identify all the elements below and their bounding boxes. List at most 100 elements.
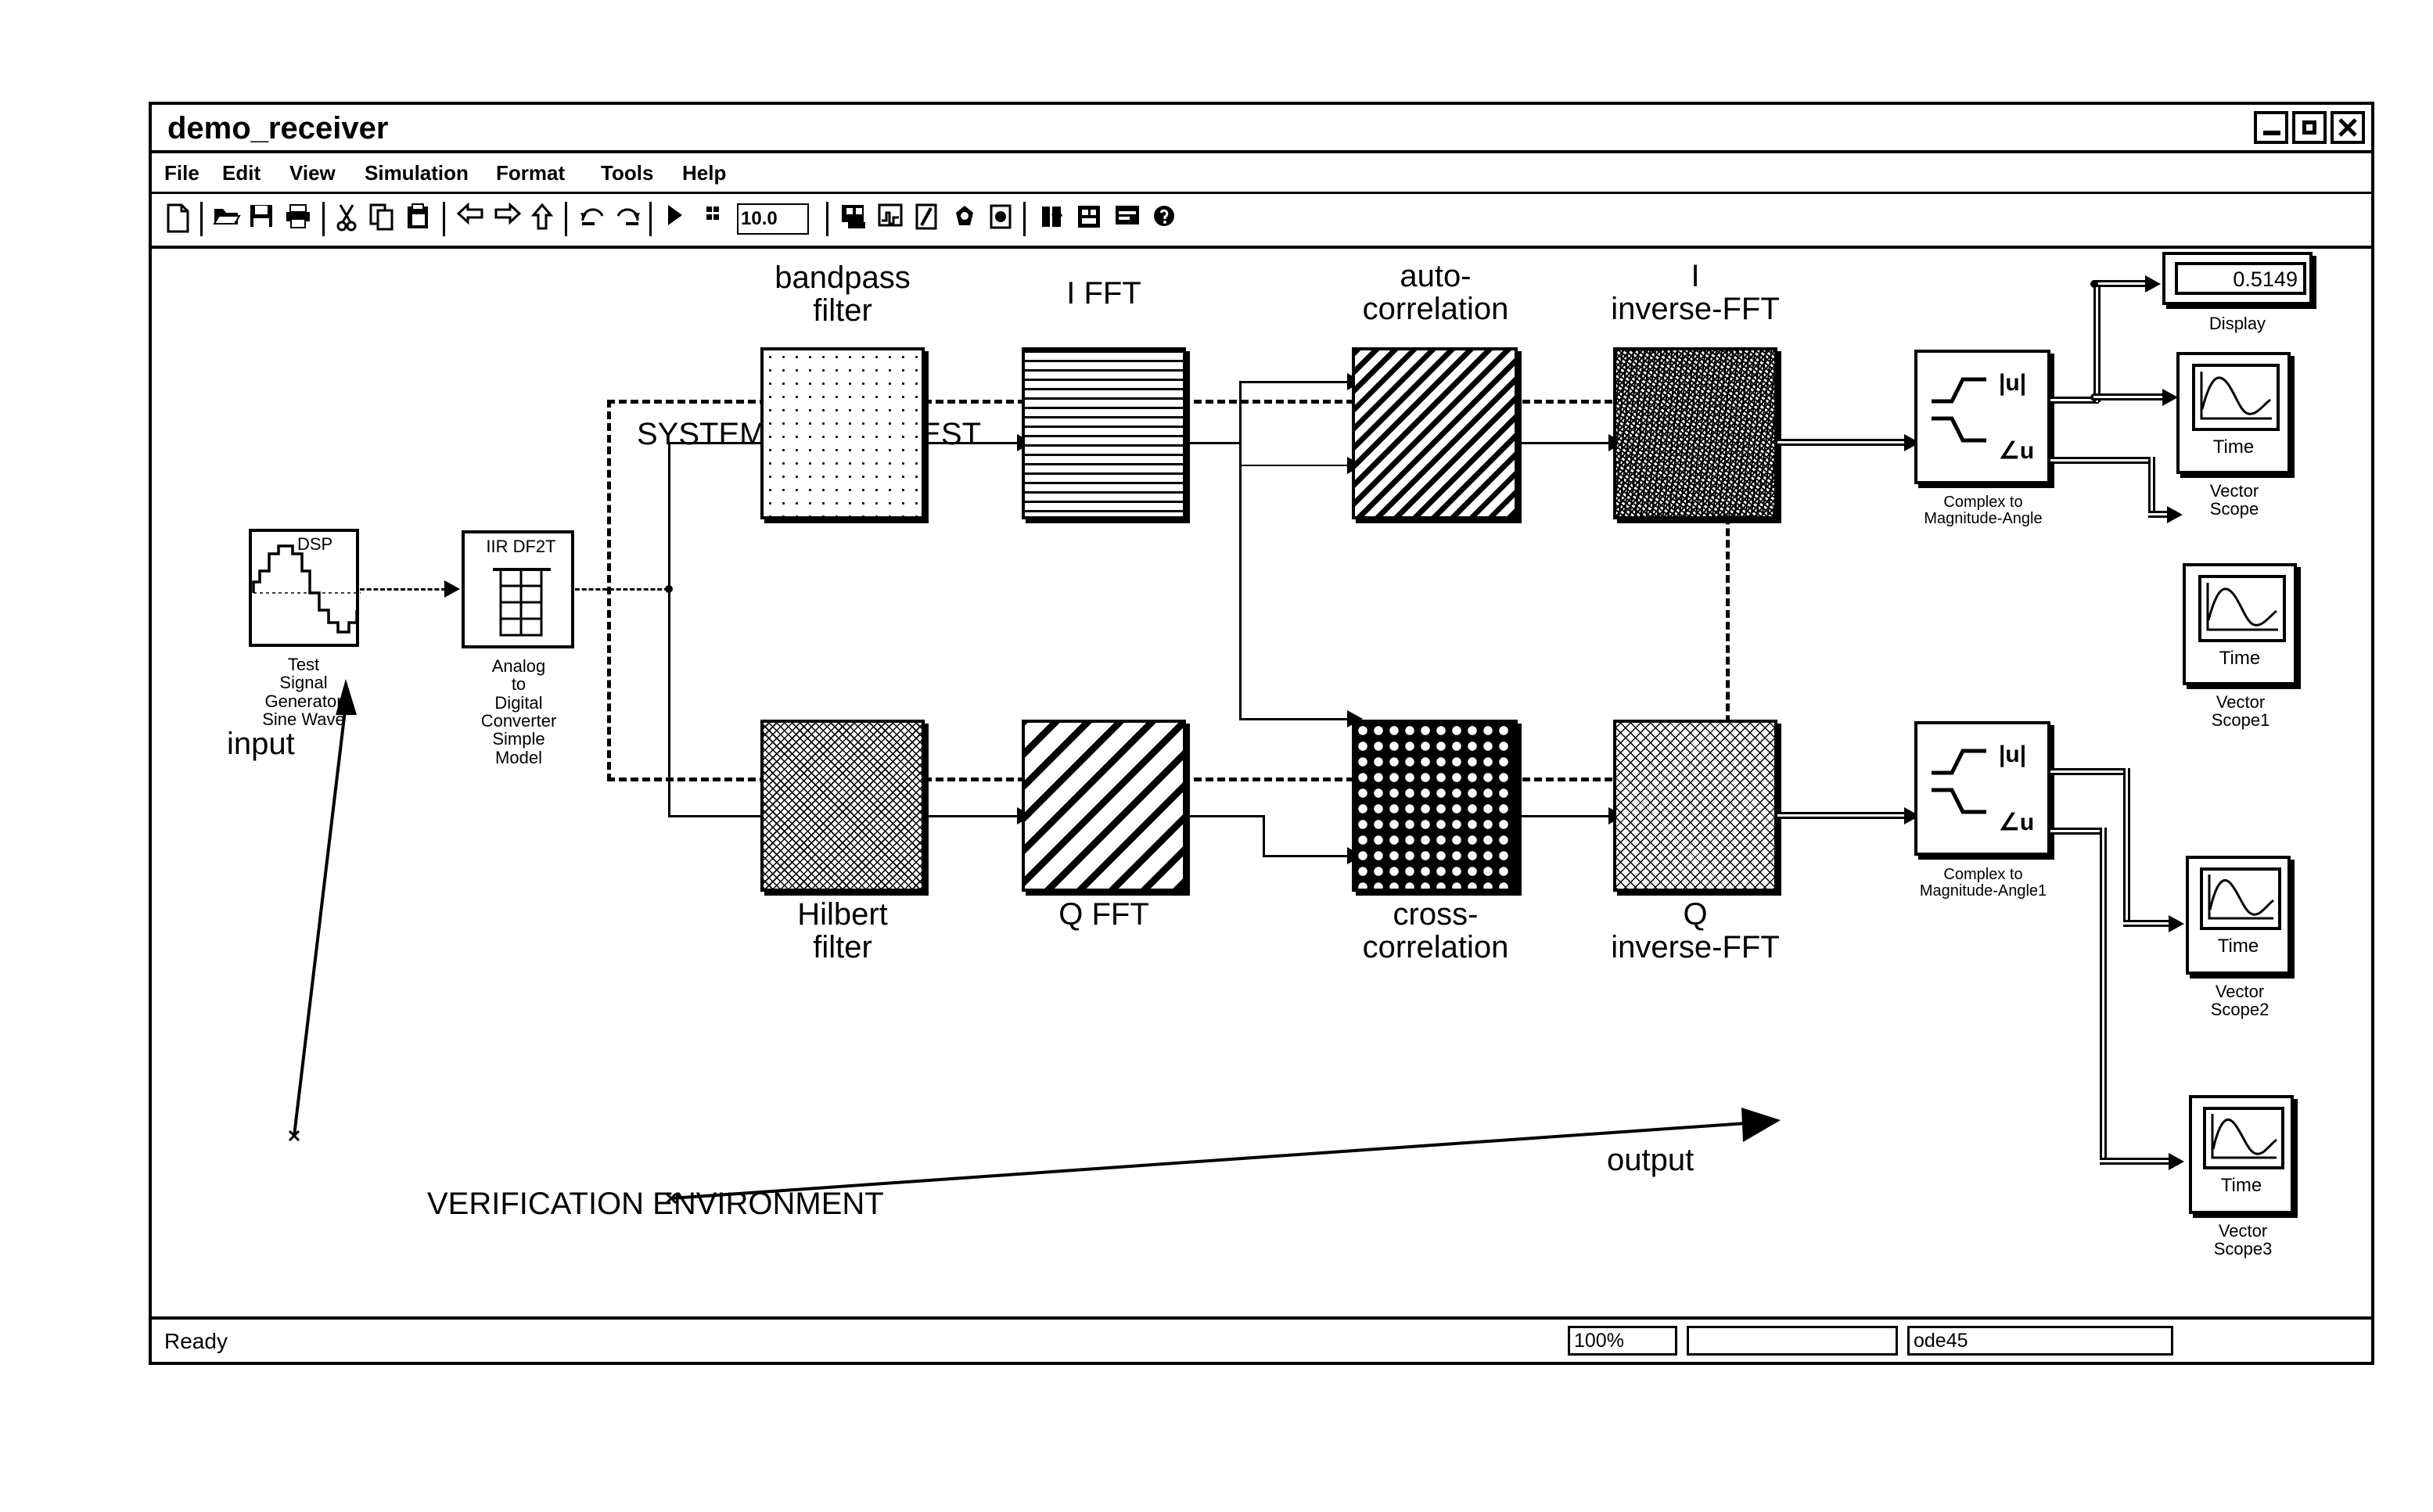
q-inverse-fft-label: Q inverse-FFT (1611, 897, 1780, 965)
wire-cma1-ang-down (2100, 828, 2107, 1165)
q-fft-label: Q FFT (1058, 897, 1149, 932)
wire-cma-ang-down (2148, 457, 2155, 518)
i-inverse-fft-block[interactable] (1613, 347, 1777, 519)
print-icon[interactable] (285, 203, 311, 235)
library-browser-icon[interactable] (1039, 203, 1066, 235)
scope-plot (2198, 575, 2286, 642)
wire-bandpass-to-ifft (925, 442, 1019, 444)
menu-simulation[interactable]: Simulation (365, 161, 469, 185)
wire-qfft-step (1263, 815, 1265, 857)
redo-icon[interactable] (615, 203, 641, 235)
update-diagram-icon[interactable] (951, 203, 978, 235)
i-fft-block[interactable] (1022, 347, 1186, 519)
complex-to-magnitude-angle-block[interactable]: |u| ∠u (1914, 350, 2050, 484)
complex-to-magnitude-angle-caption: Complex to Magnitude-Angle (1924, 494, 2043, 528)
bandpass-filter-label: bandpass filter (774, 260, 911, 329)
test-signal-generator-block[interactable]: DSP (249, 529, 361, 647)
status-middle-field[interactable] (1687, 1326, 1898, 1356)
display-value: 0.5149 (2175, 262, 2306, 295)
status-bar: Ready 100% ode45 (152, 1316, 2371, 1362)
scope-time-label: Time (2217, 936, 2259, 957)
wire-autocorr-to-iifft (1518, 442, 1610, 444)
wire-cma-mag-up (2093, 283, 2101, 402)
sine-wave-staircase-icon (252, 544, 361, 634)
waveform-icon (2206, 583, 2278, 631)
start-simulation-icon[interactable] (665, 203, 692, 235)
auto-correlation-block[interactable] (1352, 347, 1518, 519)
model-canvas[interactable]: SYSTEM OF INTEREST DSP Test Signal Gener… (152, 252, 2371, 1313)
cross-correlation-block[interactable] (1352, 720, 1518, 892)
cut-icon[interactable] (336, 203, 363, 235)
wire-arrowhead (2162, 389, 2178, 406)
signal-help-icon[interactable] (1152, 203, 1178, 235)
menu-format[interactable]: Format (496, 161, 565, 185)
minimize-button[interactable] (2254, 111, 2288, 144)
output-annotation-label: output (1607, 1143, 1694, 1177)
display-block[interactable]: 0.5149 (2162, 252, 2313, 305)
vector-scope-block[interactable]: Time (2176, 352, 2291, 474)
vector-scope3-block[interactable]: Time (2189, 1095, 2294, 1214)
complex-to-magnitude-angle1-block[interactable]: |u| ∠u (1914, 721, 2050, 856)
wire-source-to-adc (360, 588, 446, 591)
open-model-icon[interactable] (213, 203, 241, 235)
wire-arrowhead (2145, 275, 2161, 293)
vector-scope2-caption: Vector Scope2 (2210, 982, 2269, 1020)
stop-simulation-icon[interactable] (704, 203, 731, 235)
go-up-icon[interactable] (530, 203, 559, 235)
copy-icon[interactable] (369, 203, 396, 235)
auto-correlation-label: auto- correlation (1362, 259, 1509, 327)
block-help-icon[interactable] (1114, 203, 1141, 235)
complex-split-icon (1932, 377, 1986, 443)
hilbert-filter-block[interactable] (760, 720, 925, 892)
wire-cma1-ang-out (2050, 828, 2105, 835)
model-explorer-icon[interactable] (915, 203, 942, 235)
debug-icon[interactable] (989, 203, 1015, 235)
wire-cma-ang-out (2050, 457, 2154, 464)
q-fft-block[interactable] (1022, 720, 1186, 892)
wire-arrowhead (2169, 1153, 2184, 1170)
wire-to-crosscorr-in2 (1263, 855, 1349, 857)
display-caption: Display (2208, 314, 2266, 333)
vector-scope2-block[interactable]: Time (2186, 856, 2291, 975)
paste-icon[interactable] (405, 203, 432, 235)
scope-plot (2192, 364, 2280, 431)
toolbar-separator-1 (200, 202, 203, 236)
maximize-button[interactable] (2292, 111, 2327, 144)
vector-scope1-block[interactable]: Time (2183, 563, 2297, 685)
menu-view[interactable]: View (289, 161, 336, 185)
toggle-scope-icon[interactable] (878, 203, 904, 235)
wire-to-vector-scope3 (2100, 1158, 2175, 1165)
menu-help[interactable]: Help (682, 161, 726, 185)
angle-symbol: ∠u (1999, 810, 2035, 835)
menu-tools[interactable]: Tools (601, 161, 653, 185)
save-icon[interactable] (249, 203, 275, 235)
wire-iifft-to-cma (1777, 439, 1912, 446)
zoom-level-field[interactable]: 100% (1568, 1326, 1677, 1356)
bandpass-filter-block[interactable] (760, 347, 925, 519)
i-inverse-fft-label: I inverse-FFT (1611, 259, 1780, 327)
back-arrow-icon[interactable] (456, 202, 483, 235)
solver-field[interactable]: ode45 (1907, 1326, 2173, 1356)
undo-icon[interactable] (579, 203, 606, 235)
wire-ifft-out (1186, 442, 1241, 444)
menu-edit[interactable]: Edit (222, 161, 261, 185)
forward-arrow-icon[interactable] (494, 202, 522, 235)
wire-to-vector-scope2 (2123, 920, 2175, 927)
toolbar-separator-5 (649, 202, 652, 236)
wire-qfft-out (1186, 815, 1264, 817)
scope-plot (2203, 1107, 2284, 1169)
simulation-stop-time-field[interactable]: 10.0 (737, 203, 809, 235)
wire-hilbert-to-qfft (925, 815, 1019, 817)
new-model-icon[interactable] (166, 203, 192, 235)
q-inverse-fft-block[interactable] (1613, 720, 1777, 892)
close-button[interactable] (2331, 111, 2365, 144)
filter-grid-icon (493, 568, 551, 637)
wire-cma1-mag-down (2123, 768, 2130, 927)
analog-to-digital-converter-block[interactable]: IIR DF2T (462, 530, 574, 648)
model-browser-icon[interactable] (1076, 203, 1103, 235)
title-bar: demo_receiver (152, 105, 2371, 153)
cross-correlation-label: cross- correlation (1362, 897, 1509, 965)
build-model-icon[interactable] (840, 203, 867, 235)
hilbert-filter-label: Hilbert filter (797, 897, 888, 965)
menu-file[interactable]: File (164, 161, 199, 185)
